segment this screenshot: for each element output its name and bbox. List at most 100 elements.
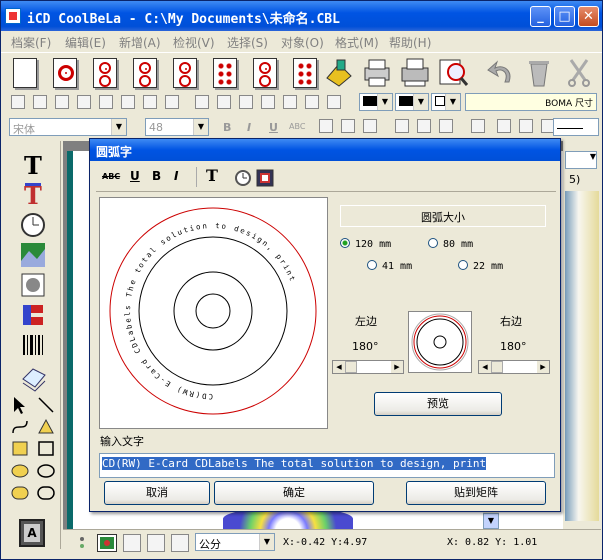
menu-file[interactable]: 档案(F) bbox=[11, 34, 51, 51]
undo-icon[interactable] bbox=[485, 56, 517, 89]
paper-size-field[interactable]: BOMA 尺寸 bbox=[465, 93, 597, 111]
send-back-icon[interactable] bbox=[165, 95, 179, 109]
dots-icon[interactable] bbox=[75, 535, 89, 549]
image-tool-icon[interactable] bbox=[19, 241, 47, 269]
clock-tool-icon[interactable] bbox=[19, 211, 47, 239]
print-setup-icon[interactable] bbox=[361, 56, 393, 89]
align-left-icon[interactable] bbox=[195, 95, 209, 109]
new-document-icon[interactable] bbox=[9, 56, 41, 89]
group-icon[interactable] bbox=[55, 95, 69, 109]
rect-tool-icon[interactable] bbox=[35, 439, 57, 459]
template-cd-cover-icon[interactable] bbox=[169, 56, 201, 89]
maximize-button[interactable]: □ bbox=[554, 6, 575, 27]
align-right-icon[interactable] bbox=[239, 95, 253, 109]
menu-help[interactable]: 帮助(H) bbox=[389, 34, 431, 51]
menu-object[interactable]: 对象(O) bbox=[281, 34, 324, 51]
align-left-text-icon[interactable] bbox=[319, 119, 333, 133]
flip-icon[interactable] bbox=[283, 95, 297, 109]
template-double-cd-icon[interactable] bbox=[89, 56, 121, 89]
line-tool-icon[interactable] bbox=[35, 395, 57, 415]
minimize-button[interactable]: _ bbox=[530, 6, 551, 27]
paste-to-matrix-button[interactable]: 贴到矩阵 bbox=[406, 481, 546, 505]
grid-icon[interactable] bbox=[519, 119, 533, 133]
ungroup-icon[interactable] bbox=[77, 95, 91, 109]
left-angle-slider[interactable]: ◀ ▶ bbox=[332, 360, 404, 374]
photo-tool-icon[interactable] bbox=[19, 271, 47, 299]
snap-icon[interactable] bbox=[171, 534, 189, 552]
unit-select[interactable]: 公分 ▼ bbox=[195, 533, 275, 551]
page-icon[interactable] bbox=[11, 95, 25, 109]
rect-fill-tool-icon[interactable] bbox=[9, 439, 31, 459]
dlg-strike-button[interactable]: ABC bbox=[102, 172, 120, 181]
text-shadow-icon[interactable] bbox=[439, 119, 453, 133]
edit-icon[interactable] bbox=[471, 119, 485, 133]
curve-tool-icon[interactable] bbox=[9, 417, 31, 437]
rotate-icon[interactable] bbox=[261, 95, 275, 109]
dlg-clock-icon[interactable] bbox=[234, 169, 252, 190]
up-arrow-icon[interactable] bbox=[305, 95, 319, 109]
gradient-tool-icon[interactable] bbox=[19, 301, 47, 329]
line-style-select[interactable] bbox=[553, 118, 599, 136]
pointer-tool-icon[interactable] bbox=[9, 395, 31, 415]
rounded-fill-tool-icon[interactable] bbox=[9, 483, 31, 503]
note-icon[interactable] bbox=[497, 119, 511, 133]
color-picker-icon[interactable] bbox=[327, 95, 341, 109]
menu-view[interactable]: 检视(V) bbox=[173, 34, 215, 51]
italic-button[interactable]: I bbox=[247, 121, 251, 134]
align-center-text-icon[interactable] bbox=[341, 119, 355, 133]
grid-lines-icon[interactable] bbox=[147, 534, 165, 552]
send-backward-icon[interactable] bbox=[121, 95, 135, 109]
select-frame-icon[interactable] bbox=[33, 95, 47, 109]
picture-view-icon[interactable] bbox=[97, 534, 117, 552]
template-cd-label-icon[interactable] bbox=[129, 56, 161, 89]
wizard-icon[interactable] bbox=[323, 56, 355, 89]
font-size-select[interactable]: 48 ▼ bbox=[145, 118, 209, 136]
rounded-tool-icon[interactable] bbox=[35, 483, 57, 503]
dlg-italic-button[interactable]: I bbox=[174, 169, 178, 183]
template-cd-grid-icon[interactable] bbox=[289, 56, 321, 89]
dlg-underline-button[interactable]: U bbox=[130, 169, 140, 183]
right-dropdown[interactable]: ▼ bbox=[565, 151, 597, 169]
dlg-font-button[interactable]: T bbox=[206, 166, 218, 185]
radio-120mm[interactable]: 120 mm bbox=[340, 238, 391, 250]
align-right-text-icon[interactable] bbox=[363, 119, 377, 133]
scroll-down-icon[interactable]: ▼ bbox=[483, 513, 499, 529]
grid-dots-icon[interactable] bbox=[123, 534, 141, 552]
bring-forward-icon[interactable] bbox=[99, 95, 113, 109]
cancel-button[interactable]: 取消 bbox=[104, 481, 210, 505]
delete-icon[interactable] bbox=[523, 56, 555, 89]
right-angle-slider[interactable]: ◀ ▶ bbox=[478, 360, 550, 374]
cut-icon[interactable] bbox=[563, 56, 595, 89]
layer-tool-icon[interactable] bbox=[19, 365, 47, 393]
radio-41mm[interactable]: 41 mm bbox=[367, 260, 412, 272]
text-effect-icon[interactable] bbox=[417, 119, 431, 133]
radio-80mm[interactable]: 80 mm bbox=[428, 238, 473, 250]
menu-format[interactable]: 格式(M) bbox=[335, 34, 379, 51]
menu-select[interactable]: 选择(S) bbox=[227, 34, 268, 51]
ok-button[interactable]: 确定 bbox=[214, 481, 374, 505]
bold-button[interactable]: B bbox=[223, 121, 231, 134]
ellipse-fill-tool-icon[interactable] bbox=[9, 461, 31, 481]
radio-22mm[interactable]: 22 mm bbox=[458, 260, 503, 272]
template-cd-sheet-icon[interactable] bbox=[249, 56, 281, 89]
dlg-color-icon[interactable] bbox=[256, 169, 274, 190]
close-button[interactable]: ✕ bbox=[578, 6, 599, 27]
dlg-bold-button[interactable]: B bbox=[152, 169, 161, 183]
arc-text-input[interactable]: CD(RW) E-Card CDLabels The total solutio… bbox=[99, 453, 555, 478]
arc-text-tool-icon[interactable]: T bbox=[19, 181, 47, 210]
preview-button[interactable]: 预览 bbox=[374, 392, 502, 416]
font-select[interactable]: 宋体 ▼ bbox=[9, 118, 127, 136]
bg-color-select[interactable]: ▼ bbox=[431, 93, 461, 111]
menu-add[interactable]: 新增(A) bbox=[119, 34, 161, 51]
text-tool-icon[interactable]: T bbox=[19, 151, 47, 180]
text-abc-icon[interactable] bbox=[395, 119, 409, 133]
menu-edit[interactable]: 编辑(E) bbox=[65, 34, 106, 51]
fill-color-select[interactable]: ▼ bbox=[395, 93, 429, 111]
text-mode-icon[interactable]: A bbox=[19, 519, 45, 547]
barcode-tool-icon[interactable] bbox=[19, 331, 47, 359]
ellipse-tool-icon[interactable] bbox=[35, 461, 57, 481]
template-single-cd-icon[interactable] bbox=[49, 56, 81, 89]
strikeout-button[interactable]: ABC bbox=[289, 122, 305, 131]
line-color-select[interactable]: ▼ bbox=[359, 93, 393, 111]
template-multi-cd-icon[interactable] bbox=[209, 56, 241, 89]
